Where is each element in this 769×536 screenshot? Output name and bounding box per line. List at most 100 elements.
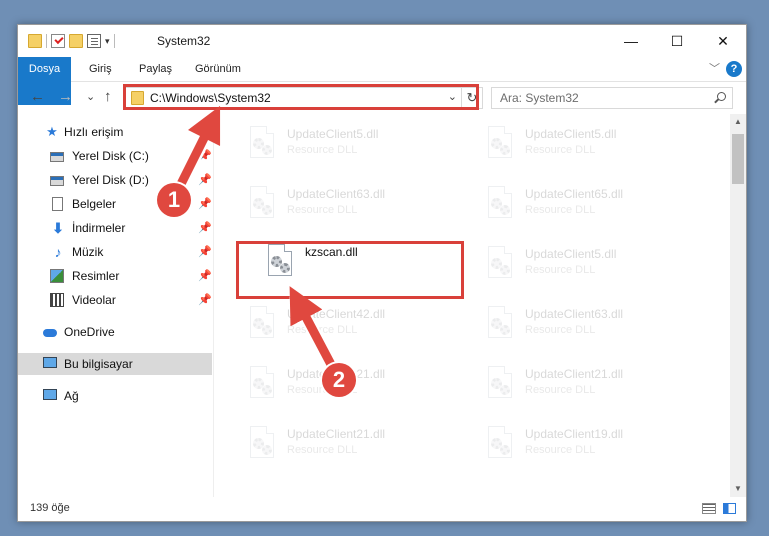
file-item[interactable]: UpdateClient19.dll Resource DLL	[474, 420, 704, 468]
sidebar-item-label: OneDrive	[64, 325, 115, 339]
file-list: UpdateClient5.dll Resource DLL UpdateCli…	[214, 114, 730, 497]
dll-file-icon	[484, 366, 514, 402]
pin-icon: 📌	[198, 174, 212, 186]
file-item-kzscan[interactable]: kzscan.dll	[254, 238, 484, 286]
address-dropdown-icon[interactable]: ⌄	[448, 90, 457, 103]
large-icons-view-icon[interactable]	[723, 503, 736, 514]
status-bar: 139 öğe	[18, 497, 746, 521]
file-name: UpdateClient21.dll	[287, 367, 386, 381]
file-item[interactable]: UpdateClient42.dll Resource DLL	[236, 300, 466, 348]
file-item[interactable]: UpdateClient65.dll Resource DLL	[474, 180, 704, 228]
search-box[interactable]: Ara: System32	[491, 87, 733, 109]
documents-icon	[52, 197, 63, 211]
details-view-icon[interactable]	[702, 503, 716, 514]
minimize-button[interactable]: —	[608, 25, 654, 57]
sidebar-item-local-disk-c[interactable]: Yerel Disk (C:) 📌	[18, 145, 212, 167]
file-item[interactable]: UpdateClient63.dll Resource DLL	[474, 300, 704, 348]
file-name: UpdateClient21.dll	[525, 367, 624, 381]
refresh-button[interactable]: ↻	[461, 88, 482, 108]
sidebar-item-label: Yerel Disk (C:)	[72, 149, 149, 163]
sidebar-item-this-pc[interactable]: Bu bilgisayar	[18, 353, 212, 375]
file-type: Resource DLL	[287, 444, 358, 456]
maximize-button[interactable]: ☐	[654, 25, 700, 57]
file-type: Resource DLL	[287, 384, 358, 396]
file-item[interactable]: UpdateClient5.dll Resource DLL	[474, 120, 704, 168]
search-icon[interactable]	[717, 92, 726, 101]
onedrive-icon	[43, 329, 57, 337]
pin-icon: 📌	[198, 222, 212, 234]
drive-icon	[50, 176, 64, 186]
sidebar-item-onedrive[interactable]: OneDrive	[18, 321, 212, 343]
tab-view[interactable]: Görünüm	[195, 57, 241, 81]
customize-icon[interactable]	[87, 34, 101, 48]
file-item[interactable]: UpdateClient21.dll Resource DLL	[236, 420, 466, 468]
ribbon-tabs: Dosya Giriş Paylaş Görünüm ﹀ ?	[18, 57, 746, 105]
file-name: UpdateClient5.dll	[525, 247, 617, 261]
navigation-bar: ← → ⌄ ↑ C:\Windows\System32 ⌄ ↻ Ara: Sys…	[18, 82, 746, 114]
recent-locations-button[interactable]: ⌄	[86, 90, 95, 103]
dll-file-icon	[246, 126, 276, 162]
sidebar-item-network[interactable]: Ağ	[18, 385, 212, 407]
sidebar-item-pictures[interactable]: Resimler 📌	[18, 265, 212, 287]
pin-icon: 📌	[198, 150, 212, 162]
separator	[113, 34, 115, 48]
this-pc-icon	[43, 357, 57, 368]
videos-icon	[50, 293, 64, 307]
search-placeholder[interactable]: Ara: System32	[500, 91, 579, 105]
expand-ribbon-icon[interactable]: ﹀	[709, 60, 720, 76]
address-path[interactable]: C:\Windows\System32	[150, 91, 271, 105]
sidebar-item-label: Resimler	[72, 269, 120, 283]
sidebar-item-music[interactable]: ♪ Müzik 📌	[18, 241, 212, 263]
pin-icon: 📌	[198, 198, 212, 210]
navigation-pane: ★ Hızlı erişim Yerel Disk (C:) 📌 Yerel D…	[18, 121, 212, 497]
dll-file-icon	[484, 186, 514, 222]
file-type: Resource DLL	[287, 324, 358, 336]
star-icon: ★	[46, 124, 58, 139]
sidebar-item-quick-access[interactable]: ★ Hızlı erişim	[18, 121, 212, 143]
back-button[interactable]: ←	[30, 88, 45, 105]
scroll-up-button[interactable]: ▲	[730, 114, 746, 130]
file-type: Resource DLL	[525, 144, 596, 156]
qat-dropdown-icon[interactable]: ▾	[105, 36, 110, 47]
file-type: Resource DLL	[525, 384, 596, 396]
scroll-thumb[interactable]	[732, 134, 744, 184]
address-bar[interactable]: C:\Windows\System32 ⌄ ↻	[125, 87, 483, 109]
sidebar-item-label: Ağ	[64, 389, 79, 403]
close-button[interactable]: ✕	[700, 25, 746, 57]
sidebar-item-downloads[interactable]: ⬇ İndirmeler 📌	[18, 217, 212, 239]
music-icon: ♪	[54, 244, 62, 260]
explorer-window: ▾ System32 — ☐ ✕ Dosya Giriş Paylaş Görü…	[17, 24, 747, 522]
folder-icon	[28, 34, 42, 48]
dll-file-icon	[246, 426, 276, 462]
sidebar-item-local-disk-d[interactable]: Yerel Disk (D:) 📌	[18, 169, 212, 191]
file-item[interactable]: UpdateClient63.dll Resource DLL	[236, 180, 466, 228]
file-name: UpdateClient65.dll	[525, 187, 624, 201]
help-icon[interactable]: ?	[726, 61, 742, 77]
new-folder-icon[interactable]	[69, 34, 83, 48]
vertical-scrollbar[interactable]: ▲ ▼	[730, 114, 746, 497]
sidebar-item-documents[interactable]: Belgeler 📌	[18, 193, 212, 215]
file-item[interactable]: UpdateClient5.dll Resource DLL	[236, 120, 466, 168]
downloads-icon: ⬇	[52, 220, 64, 236]
file-item[interactable]: UpdateClient21.dll Resource DLL	[474, 360, 704, 408]
up-button[interactable]: ↑	[104, 88, 112, 105]
file-name: kzscan.dll	[305, 245, 358, 259]
file-item[interactable]: UpdateClient5.dll Resource DLL	[474, 240, 704, 288]
forward-button[interactable]: →	[58, 88, 73, 105]
quick-access-toolbar: ▾	[28, 34, 115, 48]
dll-file-icon	[246, 306, 276, 342]
properties-check-icon[interactable]	[51, 34, 65, 48]
file-item[interactable]: UpdateClient21.dll Resource DLL	[236, 360, 466, 408]
sidebar-item-label: Videolar	[72, 293, 116, 307]
tab-home[interactable]: Giriş	[89, 57, 112, 81]
pin-icon: 📌	[198, 294, 212, 306]
pin-icon: 📌	[198, 270, 212, 282]
file-name: UpdateClient5.dll	[525, 127, 617, 141]
pictures-icon	[50, 269, 64, 283]
file-name: UpdateClient21.dll	[287, 427, 386, 441]
tab-share[interactable]: Paylaş	[139, 57, 172, 81]
item-count: 139 öğe	[30, 502, 70, 514]
dll-file-icon	[246, 366, 276, 402]
sidebar-item-videos[interactable]: Videolar 📌	[18, 289, 212, 311]
scroll-down-button[interactable]: ▼	[730, 481, 746, 497]
